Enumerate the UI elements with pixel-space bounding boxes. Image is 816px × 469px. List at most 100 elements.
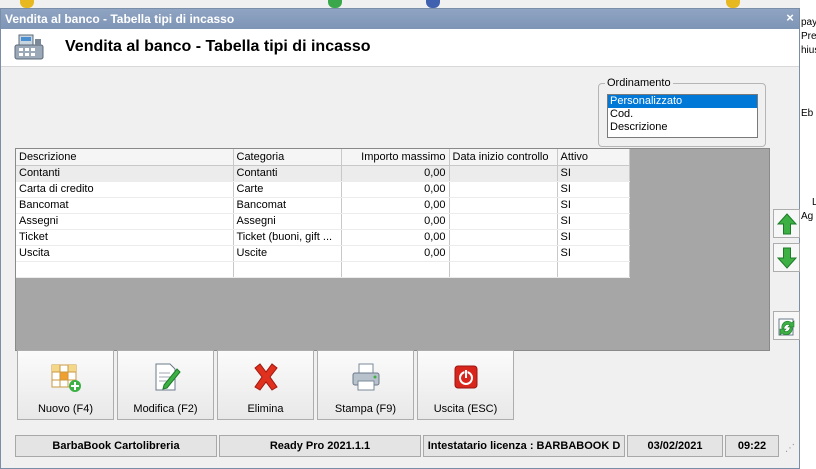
sort-listbox[interactable]: Personalizzato Cod. Descrizione [607, 94, 758, 138]
table-row[interactable]: Bancomat Bancomat 0,00 SI [16, 197, 630, 214]
edit-button-label: Modifica (F2) [133, 403, 198, 415]
power-off-icon [454, 365, 478, 389]
cell-attivo[interactable]: SI [557, 213, 630, 230]
move-down-button[interactable] [773, 243, 800, 272]
desktop-icon-fragment [726, 0, 740, 8]
new-record-icon [51, 364, 81, 392]
table-row[interactable]: Uscita Uscite 0,00 SI [16, 245, 630, 262]
main-window: Vendita al banco - Tabella tipi di incas… [0, 8, 800, 469]
new-button[interactable]: Nuovo (F4) [17, 350, 114, 420]
page-header: Vendita al banco - Tabella tipi di incas… [1, 29, 799, 67]
cell-importo-massimo[interactable]: 0,00 [341, 181, 450, 198]
column-header-descrizione[interactable]: Descrizione [16, 149, 234, 166]
sort-option-personalizzato[interactable]: Personalizzato [608, 95, 757, 108]
sort-option-cod[interactable]: Cod. [608, 108, 757, 121]
cell-data-inizio-controllo[interactable] [449, 197, 558, 214]
desktop-icon-fragment [20, 0, 34, 8]
cell-attivo[interactable]: SI [557, 197, 630, 214]
column-header-importo-massimo[interactable]: Importo massimo [341, 149, 450, 166]
cell-attivo[interactable]: SI [557, 165, 630, 182]
payment-types-table: Descrizione Categoria Importo massimo Da… [16, 149, 630, 278]
cell-attivo[interactable]: SI [557, 229, 630, 246]
background-text: Ag [801, 211, 814, 222]
cell-data-inizio-controllo[interactable] [449, 245, 558, 262]
table-row[interactable]: Carta di credito Carte 0,00 SI [16, 181, 630, 198]
arrow-down-icon [776, 247, 797, 269]
background-text: Pre [801, 31, 816, 42]
sort-option-descrizione[interactable]: Descrizione [608, 121, 757, 134]
exit-button[interactable]: Uscita (ESC) [417, 350, 514, 420]
cell-importo-massimo[interactable]: 0,00 [341, 229, 450, 246]
cell-categoria[interactable]: Contanti [233, 165, 342, 182]
status-license: Intestatario licenza : BARBABOOK D [423, 435, 625, 457]
table-header-row: Descrizione Categoria Importo massimo Da… [16, 149, 630, 166]
cell-data-inizio-controllo[interactable] [449, 165, 558, 182]
table-row[interactable]: Contanti Contanti 0,00 SI [16, 165, 630, 182]
sort-legend: Ordinamento [605, 77, 673, 89]
close-button[interactable]: × [783, 10, 797, 26]
cell-empty[interactable] [449, 261, 558, 278]
edit-button[interactable]: Modifica (F2) [117, 350, 214, 420]
status-version: Ready Pro 2021.1.1 [219, 435, 421, 457]
delete-button-label: Elimina [247, 403, 284, 415]
print-button[interactable]: Stampa (F9) [317, 350, 414, 420]
column-header-attivo[interactable]: Attivo [557, 149, 630, 166]
cell-categoria[interactable]: Bancomat [233, 197, 342, 214]
sort-groupbox: Ordinamento Personalizzato Cod. Descrizi… [598, 77, 766, 147]
cell-empty[interactable] [16, 261, 234, 278]
cell-attivo[interactable]: SI [557, 181, 630, 198]
edit-document-icon [155, 363, 181, 391]
cell-data-inizio-controllo[interactable] [449, 213, 558, 230]
table-row[interactable]: Ticket Ticket (buoni, gift ... 0,00 SI [16, 229, 630, 246]
cell-empty[interactable] [557, 261, 630, 278]
cell-descrizione[interactable]: Uscita [16, 245, 234, 262]
new-button-label: Nuovo (F4) [37, 403, 94, 415]
desktop-icon-fragment [328, 0, 342, 8]
cell-descrizione[interactable]: Ticket [16, 229, 234, 246]
delete-x-icon [254, 363, 278, 391]
column-header-categoria[interactable]: Categoria [233, 149, 342, 166]
cell-empty[interactable] [233, 261, 342, 278]
cell-categoria[interactable]: Carte [233, 181, 342, 198]
cell-importo-massimo[interactable]: 0,00 [341, 245, 450, 262]
delete-button[interactable]: Elimina [217, 350, 314, 420]
background-text: Eb [801, 108, 814, 119]
table-row[interactable]: Assegni Assegni 0,00 SI [16, 213, 630, 230]
status-company: BarbaBook Cartolibreria [15, 435, 217, 457]
cell-descrizione[interactable]: Bancomat [16, 197, 234, 214]
cell-importo-massimo[interactable]: 0,00 [341, 165, 450, 182]
print-button-label: Stampa (F9) [334, 403, 397, 415]
title-bar[interactable]: Vendita al banco - Tabella tipi di incas… [1, 9, 799, 29]
cash-register-icon [14, 34, 44, 60]
cell-empty[interactable] [341, 261, 450, 278]
status-date: 03/02/2021 [627, 435, 723, 457]
cell-attivo[interactable]: SI [557, 245, 630, 262]
cell-descrizione[interactable]: Assegni [16, 213, 234, 230]
cell-categoria[interactable]: Uscite [233, 245, 342, 262]
page-title: Vendita al banco - Tabella tipi di incas… [65, 38, 371, 55]
move-up-button[interactable] [773, 209, 800, 238]
resize-grip-icon[interactable]: ⋰ [785, 443, 795, 454]
printer-icon [352, 363, 380, 391]
cell-descrizione[interactable]: Contanti [16, 165, 234, 182]
cell-data-inizio-controllo[interactable] [449, 229, 558, 246]
cell-categoria[interactable]: Assegni [233, 213, 342, 230]
background-text: L [812, 197, 816, 208]
window-title: Vendita al banco - Tabella tipi di incas… [5, 12, 235, 26]
status-time: 09:22 [725, 435, 779, 457]
refresh-icon [778, 318, 794, 336]
cell-descrizione[interactable]: Carta di credito [16, 181, 234, 198]
refresh-order-button[interactable] [773, 311, 800, 340]
arrow-up-icon [776, 212, 797, 234]
cell-importo-massimo[interactable]: 0,00 [341, 197, 450, 214]
cell-data-inizio-controllo[interactable] [449, 181, 558, 198]
table-row-empty[interactable] [16, 261, 630, 278]
background-window-fragment: pay Pre hius Eb L Ag [800, 0, 816, 469]
data-grid[interactable]: Descrizione Categoria Importo massimo Da… [15, 148, 770, 351]
cell-importo-massimo[interactable]: 0,00 [341, 213, 450, 230]
exit-button-label: Uscita (ESC) [433, 403, 498, 415]
status-bar: BarbaBook Cartolibreria Ready Pro 2021.1… [1, 432, 799, 460]
column-header-data-inizio-controllo[interactable]: Data inizio controllo [449, 149, 558, 166]
background-text: hius [801, 45, 816, 56]
cell-categoria[interactable]: Ticket (buoni, gift ... [233, 229, 342, 246]
